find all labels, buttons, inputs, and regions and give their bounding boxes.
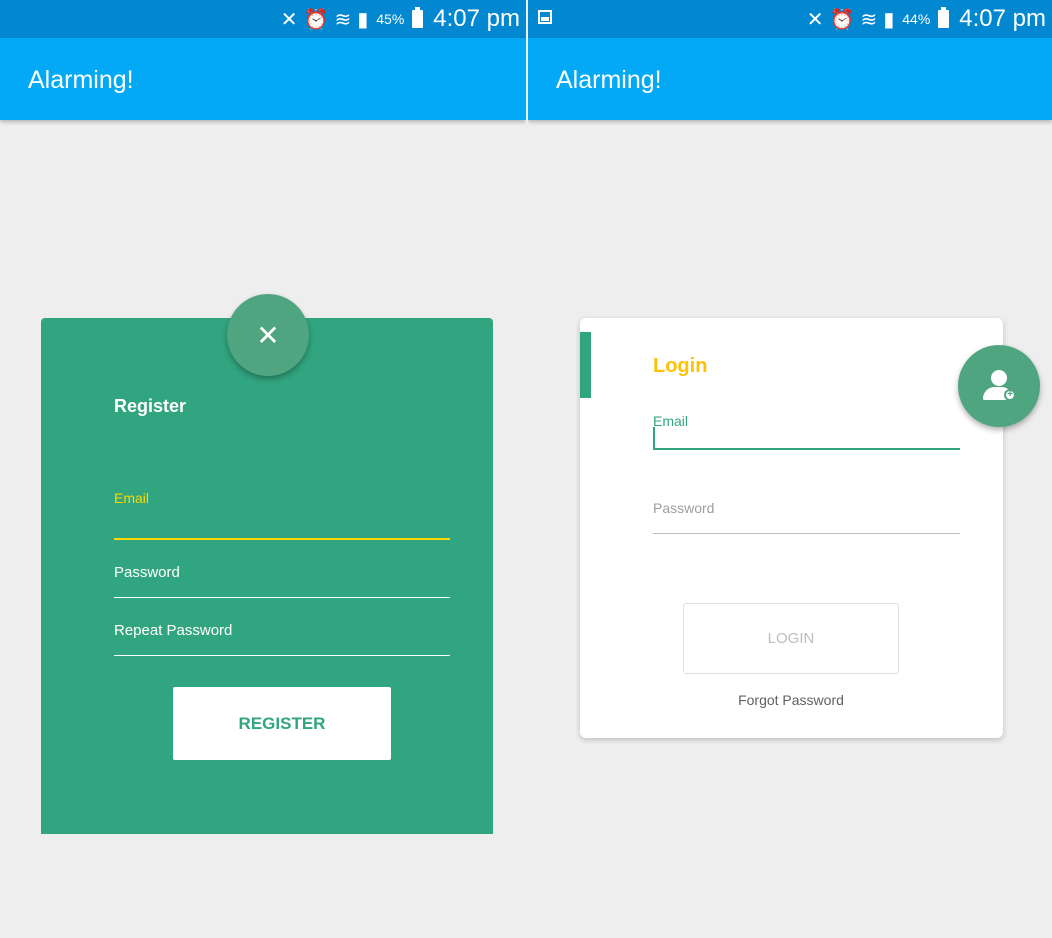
register-button[interactable]: REGISTER	[173, 687, 391, 760]
password-underline	[653, 533, 960, 534]
close-icon: ✕	[256, 318, 280, 352]
close-button[interactable]: ✕	[227, 294, 309, 376]
password-underline	[114, 597, 450, 598]
status-icons: ✕ ⏰ ≋ ▮ 45% 4:07 pm	[281, 4, 520, 34]
login-title: Login	[653, 355, 708, 377]
app-bar: Alarming!	[528, 38, 1052, 120]
register-screen: ✕ ⏰ ≋ ▮ 45% 4:07 pm Alarming! ✕ Register…	[0, 0, 526, 938]
login-card-accent	[580, 332, 591, 398]
wifi-icon: ≋	[334, 7, 352, 31]
signal-icon: ▮	[883, 7, 895, 31]
app-bar: Alarming!	[0, 38, 526, 120]
text-cursor	[653, 427, 655, 449]
status-icons: ✕ ⏰ ≋ ▮ 44% 4:07 pm	[807, 4, 1046, 34]
alarm-icon: ⏰	[303, 7, 329, 31]
status-time: 4:07 pm	[433, 5, 520, 32]
register-email-field[interactable]: Email	[114, 490, 450, 540]
mute-icon: ✕	[280, 7, 298, 31]
repeat-password-underline	[114, 655, 450, 656]
mute-icon: ✕	[806, 7, 824, 31]
status-time: 4:07 pm	[959, 5, 1046, 32]
add-user-button[interactable]: +	[958, 345, 1040, 427]
register-repeat-password-label: Repeat Password	[114, 622, 233, 639]
battery-percent: 45%	[376, 11, 405, 27]
register-repeat-password-field[interactable]: Repeat Password	[114, 622, 450, 656]
battery-icon	[938, 7, 950, 28]
login-email-field[interactable]: Email	[653, 413, 960, 450]
status-bar: ✕ ⏰ ≋ ▮ 44% 4:07 pm	[528, 0, 1052, 38]
battery-icon	[412, 7, 424, 28]
login-password-label: Password	[653, 500, 715, 516]
login-email-label: Email	[653, 413, 689, 429]
app-title: Alarming!	[556, 66, 662, 94]
register-title: Register	[114, 396, 187, 416]
gallery-notification-icon	[538, 10, 552, 24]
wifi-icon: ≋	[860, 7, 878, 31]
login-button[interactable]: LOGIN	[683, 603, 899, 674]
register-password-field[interactable]: Password	[114, 564, 450, 598]
signal-icon: ▮	[357, 7, 369, 31]
register-email-label: Email	[114, 490, 150, 506]
login-screen: ✕ ⏰ ≋ ▮ 44% 4:07 pm Alarming! Login + Em…	[528, 0, 1052, 938]
email-underline	[114, 538, 450, 540]
register-password-label: Password	[114, 564, 180, 581]
status-bar: ✕ ⏰ ≋ ▮ 45% 4:07 pm	[0, 0, 526, 38]
battery-percent: 44%	[902, 11, 931, 27]
alarm-icon: ⏰	[829, 7, 855, 31]
login-password-field[interactable]: Password	[653, 500, 960, 534]
email-underline	[653, 448, 960, 450]
forgot-password-link[interactable]: Forgot Password	[683, 692, 899, 708]
app-title: Alarming!	[28, 66, 134, 94]
